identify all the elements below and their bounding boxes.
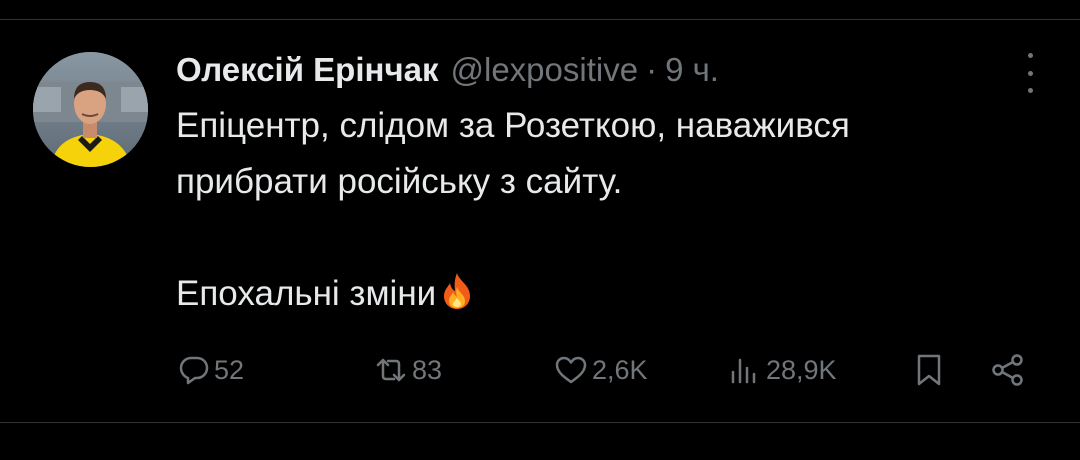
retweet-button[interactable]: 83 bbox=[374, 345, 442, 395]
user-avatar-icon bbox=[33, 52, 148, 167]
views-icon bbox=[731, 358, 756, 384]
tweet-text-line-last: Епохальні зміни bbox=[176, 266, 1036, 322]
more-vertical-icon bbox=[1027, 53, 1033, 58]
tweet-text-line: прибрати російську з сайту. bbox=[176, 162, 623, 201]
like-count: 2,6K bbox=[592, 354, 648, 385]
more-options-button[interactable] bbox=[1018, 53, 1042, 93]
reply-button[interactable]: 52 bbox=[178, 345, 244, 395]
retweet-count: 83 bbox=[412, 354, 443, 385]
bookmark-icon bbox=[917, 354, 941, 386]
tweet-text-line: Епіцентр, слідом за Розеткою, наважився bbox=[176, 106, 850, 145]
tweet-text-line: Епохальні зміни bbox=[176, 274, 437, 313]
views-button[interactable]: 28,9K bbox=[728, 345, 837, 395]
top-divider bbox=[0, 19, 1080, 20]
reply-count: 52 bbox=[214, 354, 245, 385]
views-count: 28,9K bbox=[766, 354, 837, 385]
avatar[interactable] bbox=[33, 52, 148, 167]
bookmark-button[interactable] bbox=[914, 345, 944, 395]
author-handle[interactable]: @lexpositive bbox=[450, 51, 638, 89]
tweet-timestamp[interactable]: 9 ч. bbox=[665, 51, 719, 89]
tweet-header: Олексій Ерінчак @lexpositive · 9 ч. bbox=[176, 48, 719, 92]
bottom-divider bbox=[0, 422, 1080, 423]
retweet-icon bbox=[376, 358, 406, 382]
tweet-text: Епіцентр, слідом за Розеткою, наважився … bbox=[176, 98, 1036, 322]
like-button[interactable]: 2,6K bbox=[554, 345, 648, 395]
heart-icon bbox=[555, 356, 587, 384]
author-name[interactable]: Олексій Ерінчак bbox=[176, 51, 438, 89]
share-icon bbox=[992, 354, 1023, 386]
reply-icon bbox=[179, 356, 209, 385]
fire-emoji-icon bbox=[444, 273, 471, 309]
separator-dot: · bbox=[646, 51, 658, 88]
share-button[interactable] bbox=[990, 345, 1026, 395]
tweet-actions: 52 83 2,6K 28,9K bbox=[0, 345, 1080, 395]
